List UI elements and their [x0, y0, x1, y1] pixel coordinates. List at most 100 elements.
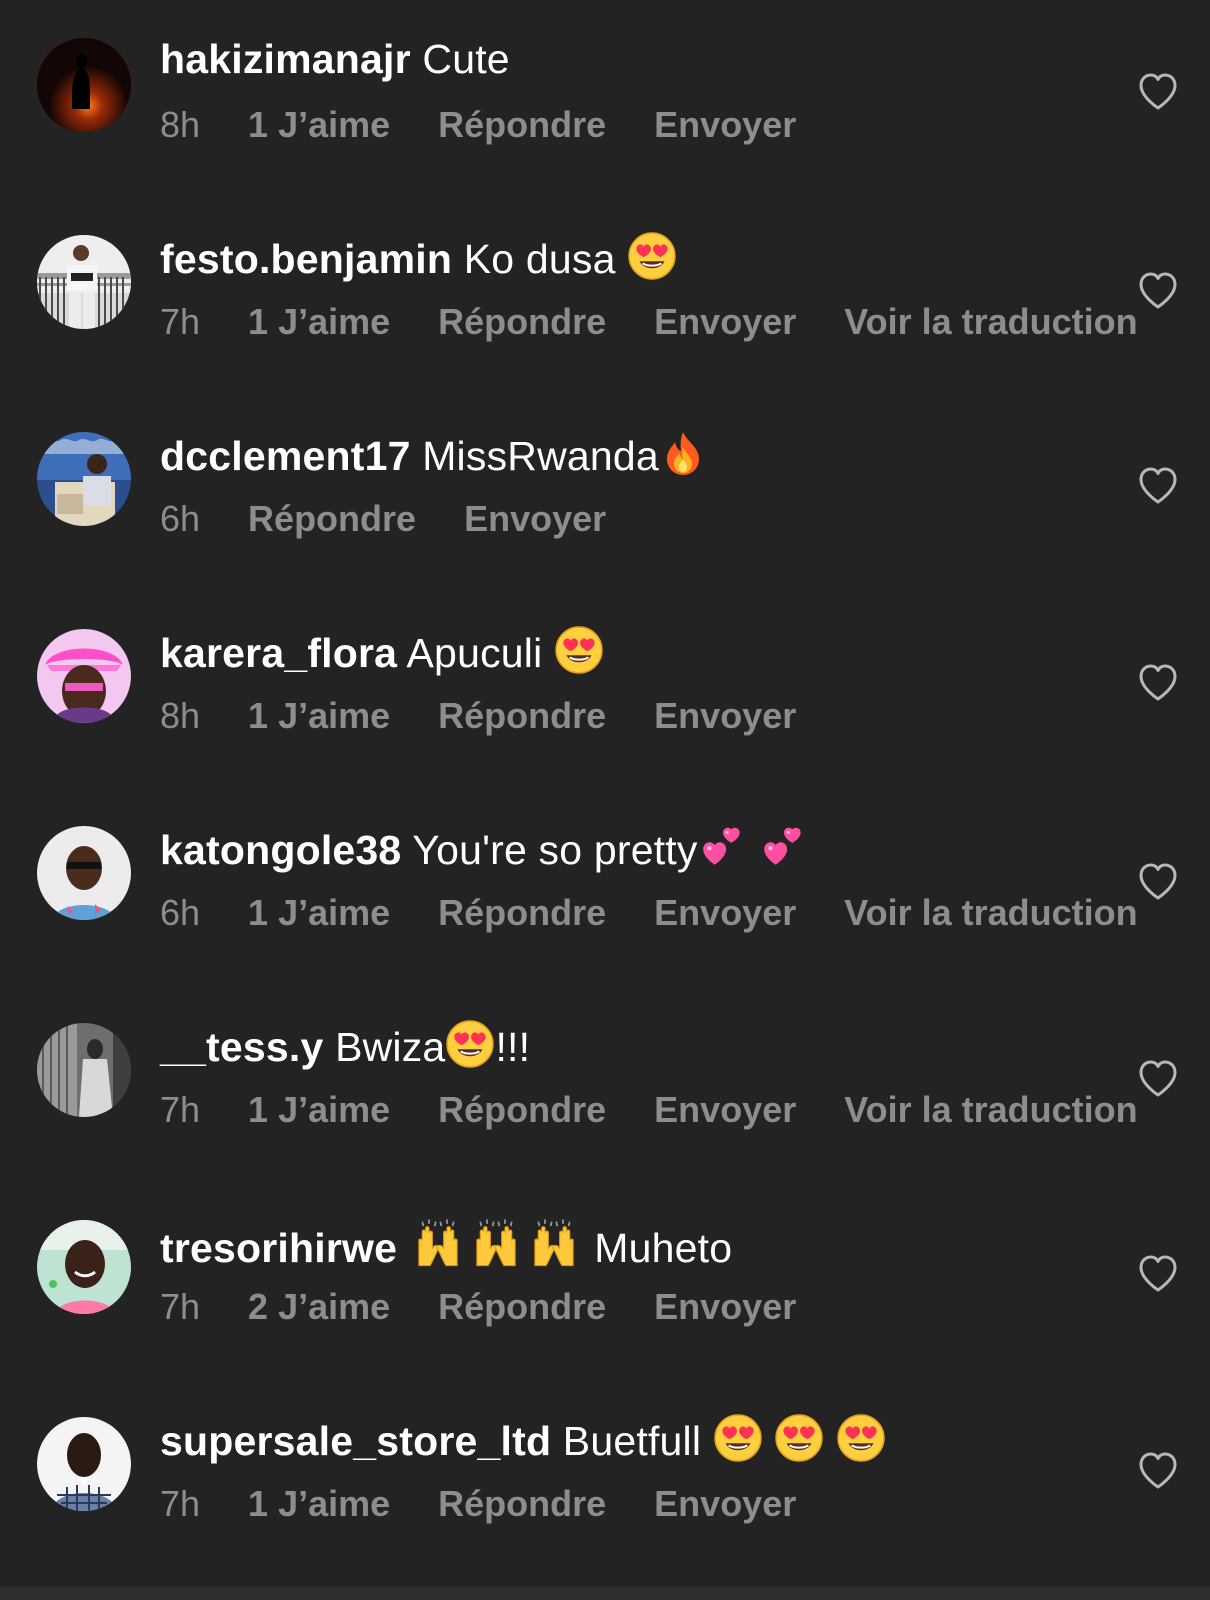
comment-text: Cute	[422, 36, 510, 82]
reply-button[interactable]: Répondre	[438, 103, 606, 147]
reply-button[interactable]: Répondre	[438, 1088, 606, 1132]
comment-item: __tess.y Bwiza!!! 7h 1 J’aime Répondre Envo…	[0, 985, 1210, 1185]
comment-item: festo.benjamin Ko dusa 7h 1 J’aime Répondr…	[0, 197, 1210, 397]
comment-time: 6h	[160, 498, 201, 539]
comment-time: 7h	[160, 301, 201, 342]
comment-username[interactable]: __tess.y	[160, 1024, 323, 1070]
comment-item: katongole38 You're so pretty 6h 1 J’aime R…	[0, 788, 1210, 988]
send-button[interactable]: Envoyer	[654, 1482, 796, 1526]
translate-button[interactable]: Voir la traduction	[844, 1088, 1137, 1132]
heart-eyes-emoji-icon	[555, 626, 603, 674]
comment-text-line: dcclement17 MissRwanda	[160, 428, 707, 481]
comment-meta: 6h Répondre Envoyer	[160, 497, 654, 541]
comment-time: 8h	[160, 695, 201, 736]
comment-meta: 7h 2 J’aime Répondre Envoyer	[160, 1285, 844, 1329]
comment-text: Buetfull	[562, 1418, 702, 1464]
comment-item: supersale_store_ltd Buetfull 7h 1 J’aime R…	[0, 1379, 1210, 1579]
comment-text-line: tresorihirwe Muheto	[160, 1216, 732, 1273]
avatar[interactable]	[37, 432, 131, 526]
send-button[interactable]: Envoyer	[654, 891, 796, 935]
send-button[interactable]: Envoyer	[654, 300, 796, 344]
comment-time: 6h	[160, 892, 201, 933]
fire-emoji-icon	[666, 432, 699, 475]
comment-meta: 8h 1 J’aime Répondre Envoyer	[160, 103, 844, 147]
comment-item: hakizimanajr Cute 8h 1 J’aime Répondre Envo…	[0, 0, 1210, 200]
translate-button[interactable]: Voir la traduction	[844, 891, 1137, 935]
avatar[interactable]	[37, 235, 131, 329]
two-hearts-emoji-icon	[702, 827, 740, 865]
likes-count[interactable]: 1 J’aime	[248, 300, 390, 344]
likes-count[interactable]: 1 J’aime	[248, 1482, 390, 1526]
heart-outline-icon[interactable]	[1137, 1253, 1179, 1293]
comment-username[interactable]: tresorihirwe	[160, 1225, 397, 1271]
avatar[interactable]	[37, 629, 131, 723]
heart-eyes-emoji-icon	[836, 1414, 885, 1462]
comment-username[interactable]: karera_flora	[160, 630, 397, 676]
reply-button[interactable]: Répondre	[248, 497, 416, 541]
reply-button[interactable]: Répondre	[438, 1482, 606, 1526]
list-bottom-divider	[0, 1587, 1210, 1600]
comment-list: hakizimanajr Cute 8h 1 J’aime Répondre Envo…	[0, 0, 1210, 1600]
comment-meta: 7h 1 J’aime Répondre Envoyer	[160, 1482, 844, 1526]
comment-time: 7h	[160, 1286, 201, 1327]
likes-count[interactable]: 1 J’aime	[248, 103, 390, 147]
heart-eyes-emoji-icon	[628, 232, 677, 280]
avatar[interactable]	[37, 1220, 131, 1314]
avatar[interactable]	[37, 826, 131, 920]
comment-text: You're so pretty	[412, 827, 698, 873]
avatar[interactable]	[37, 1023, 131, 1117]
heart-outline-icon[interactable]	[1137, 270, 1179, 310]
send-button[interactable]: Envoyer	[654, 103, 796, 147]
send-button[interactable]: Envoyer	[654, 1285, 796, 1329]
reply-button[interactable]: Répondre	[438, 891, 606, 935]
avatar[interactable]	[37, 1417, 131, 1511]
comment-time: 8h	[160, 104, 201, 145]
heart-outline-icon[interactable]	[1137, 1450, 1179, 1490]
heart-outline-icon[interactable]	[1137, 465, 1179, 505]
comment-username[interactable]: dcclement17	[160, 433, 411, 479]
heart-eyes-emoji-icon	[775, 1414, 824, 1462]
heart-outline-icon[interactable]	[1137, 71, 1179, 111]
comment-text: MissRwanda	[422, 433, 659, 479]
comment-text: Bwiza	[335, 1024, 446, 1070]
comment-text-line: __tess.y Bwiza!!!	[160, 1019, 530, 1072]
send-button[interactable]: Envoyer	[654, 1088, 796, 1132]
comment-time: 7h	[160, 1483, 201, 1524]
comment-username[interactable]: hakizimanajr	[160, 36, 411, 82]
comment-text-line: hakizimanajr Cute	[160, 34, 510, 84]
send-button[interactable]: Envoyer	[464, 497, 606, 541]
heart-outline-icon[interactable]	[1137, 1058, 1179, 1098]
likes-count[interactable]: 1 J’aime	[248, 1088, 390, 1132]
comment-text-line: supersale_store_ltd Buetfull	[160, 1413, 886, 1466]
heart-eyes-emoji-icon	[713, 1414, 762, 1462]
likes-count[interactable]: 1 J’aime	[248, 891, 390, 935]
reply-button[interactable]: Répondre	[438, 694, 606, 738]
comment-username[interactable]: supersale_store_ltd	[160, 1418, 551, 1464]
two-hearts-emoji-icon	[764, 827, 801, 865]
send-button[interactable]: Envoyer	[654, 694, 796, 738]
comment-meta: 7h 1 J’aime Répondre Envoyer Voir la traduct…	[160, 1088, 1138, 1132]
comment-username[interactable]: festo.benjamin	[160, 236, 452, 282]
heart-outline-icon[interactable]	[1137, 662, 1179, 702]
comment-meta: 6h 1 J’aime Répondre Envoyer Voir la traduct…	[160, 891, 1138, 935]
comment-text: Muheto	[594, 1225, 733, 1271]
likes-count[interactable]: 2 J’aime	[248, 1285, 390, 1329]
comment-text: Ko dusa	[463, 236, 616, 282]
likes-count[interactable]: 1 J’aime	[248, 694, 390, 738]
avatar[interactable]	[37, 38, 131, 132]
comment-text-line: festo.benjamin Ko dusa	[160, 231, 677, 284]
translate-button[interactable]: Voir la traduction	[844, 300, 1137, 344]
comment-username[interactable]: katongole38	[160, 827, 401, 873]
comment-meta: 7h 1 J’aime Répondre Envoyer Voir la traduct…	[160, 300, 1138, 344]
comment-time: 7h	[160, 1089, 201, 1130]
reply-button[interactable]: Répondre	[438, 1285, 606, 1329]
raising-hands-emoji-icon	[417, 1218, 458, 1267]
comment-item: dcclement17 MissRwanda 6h Répondre Envoyer	[0, 394, 1210, 594]
raising-hands-emoji-icon	[533, 1218, 574, 1267]
reply-button[interactable]: Répondre	[438, 300, 606, 344]
comment-text-suffix: !!!	[495, 1024, 531, 1070]
comment-item: karera_flora Apuculi 8h 1 J’aime Répondre E…	[0, 591, 1210, 791]
heart-outline-icon[interactable]	[1137, 861, 1179, 901]
comment-meta: 8h 1 J’aime Répondre Envoyer	[160, 694, 844, 738]
heart-eyes-emoji-icon	[446, 1020, 495, 1068]
